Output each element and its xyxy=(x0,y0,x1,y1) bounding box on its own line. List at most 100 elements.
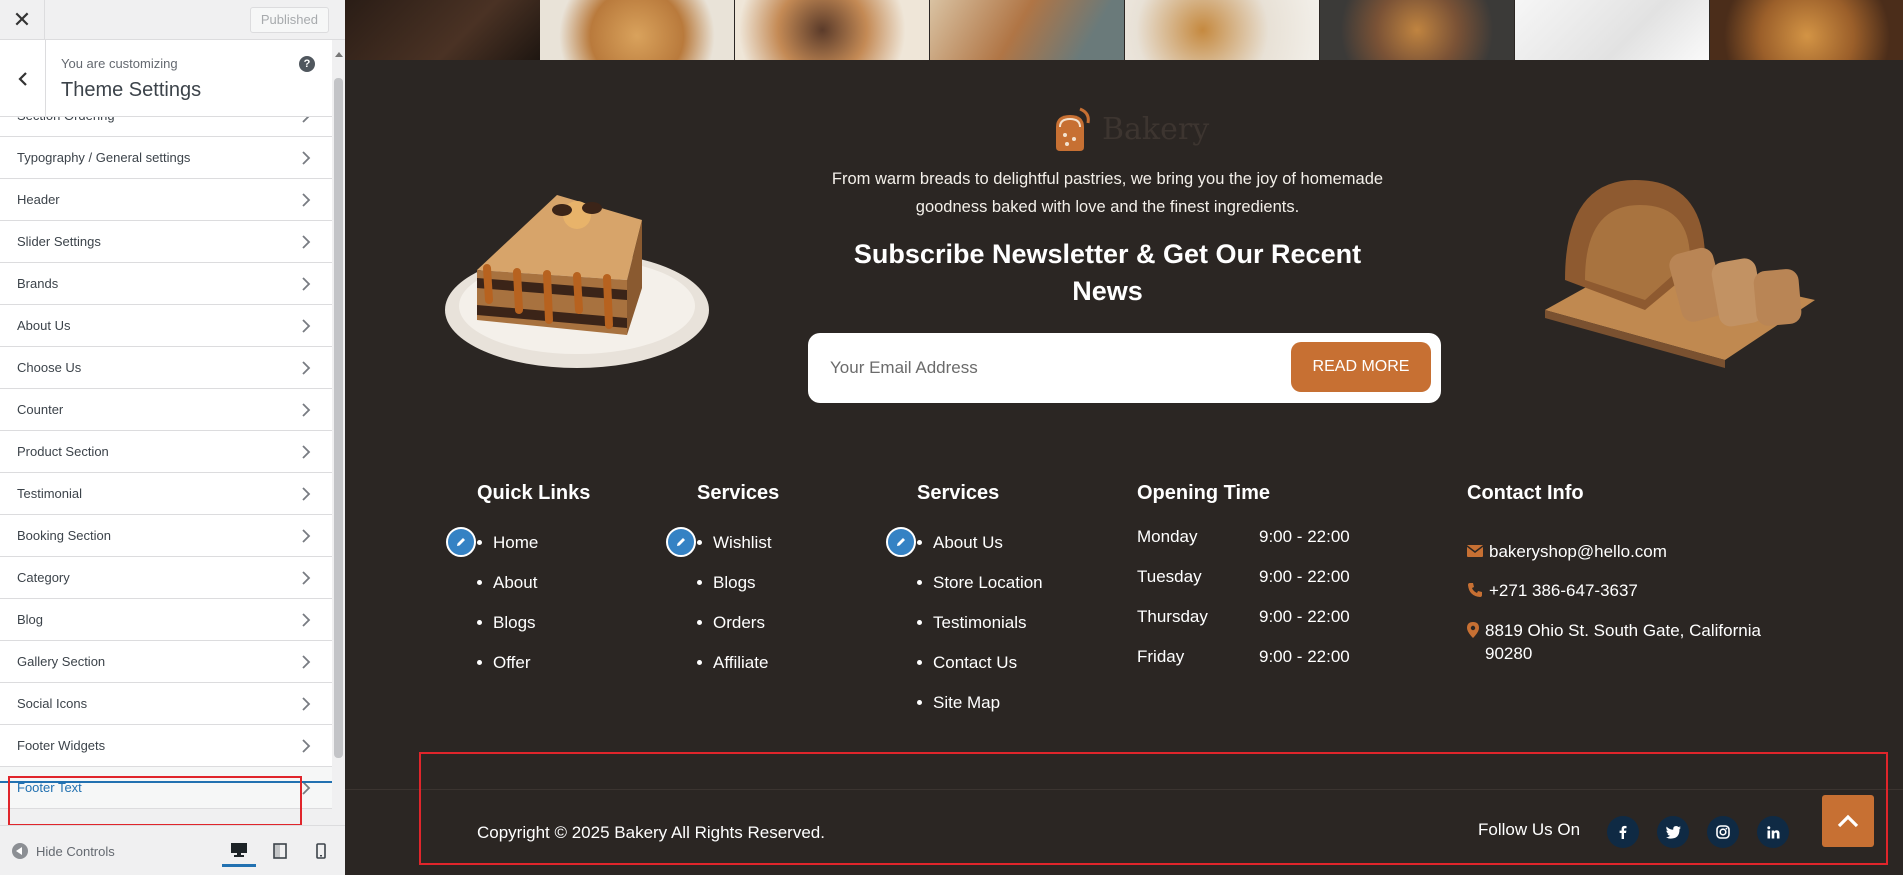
footer-link-contact-us[interactable]: Contact Us xyxy=(917,650,1043,690)
chevron-right-icon xyxy=(302,529,311,543)
chevron-right-icon xyxy=(302,487,311,501)
sidebar-scrollbar[interactable] xyxy=(332,40,345,863)
gallery-image[interactable] xyxy=(540,0,734,60)
sidebar-item-footer-widgets[interactable]: Footer Widgets xyxy=(0,725,332,767)
close-icon[interactable]: ✕ xyxy=(0,0,45,40)
day-label: Monday xyxy=(1137,527,1198,546)
sidebar-item-footer-text[interactable]: Footer Text xyxy=(0,767,332,809)
scroll-up-icon[interactable] xyxy=(335,52,343,57)
footer-link-testimonials[interactable]: Testimonials xyxy=(917,610,1043,650)
contact-phone[interactable]: +271 386-647-3637 xyxy=(1489,579,1638,602)
sidebar-item-brands[interactable]: Brands xyxy=(0,263,332,305)
twitter-icon[interactable] xyxy=(1657,816,1689,848)
copyright-text: Copyright © 2025 Bakery All Rights Reser… xyxy=(477,823,825,842)
contact-email[interactable]: bakeryshop@hello.com xyxy=(1489,540,1667,563)
chevron-right-icon xyxy=(302,277,311,291)
sidebar-item-blog[interactable]: Blog xyxy=(0,599,332,641)
footer-link-site-map[interactable]: Site Map xyxy=(917,690,1043,730)
sidebar-item-choose-us[interactable]: Choose Us xyxy=(0,347,332,389)
read-more-button[interactable]: READ MORE xyxy=(1291,342,1431,392)
footer-link-home[interactable]: Home xyxy=(477,530,538,570)
footer-link-blogs[interactable]: Blogs xyxy=(477,610,538,650)
sidebar-item-product-section[interactable]: Product Section xyxy=(0,431,332,473)
sidebar-item-section-ordering[interactable]: Section Ordering xyxy=(0,117,332,137)
sidebar-item-category[interactable]: Category xyxy=(0,557,332,599)
footer-link-offer[interactable]: Offer xyxy=(477,650,538,690)
published-button[interactable]: Published xyxy=(249,7,329,33)
services-list: Wishlist Blogs Orders Affiliate xyxy=(697,530,772,690)
footer-link-orders[interactable]: Orders xyxy=(697,610,772,650)
sidebar-item-header[interactable]: Header xyxy=(0,179,332,221)
contact-info-title: Contact Info xyxy=(1467,482,1584,504)
footer-link-blogs[interactable]: Blogs xyxy=(697,570,772,610)
gallery-image[interactable] xyxy=(735,0,929,60)
gallery-image[interactable] xyxy=(1710,0,1903,60)
quick-links-title: Quick Links xyxy=(477,482,591,504)
follow-us-label: Follow Us On xyxy=(1478,820,1581,839)
day-label: Tuesday xyxy=(1137,567,1202,586)
subscribe-form: READ MORE xyxy=(808,333,1441,403)
edit-pencil-icon[interactable] xyxy=(886,527,916,557)
help-icon[interactable]: ? xyxy=(299,56,315,72)
instagram-icon[interactable] xyxy=(1707,816,1739,848)
chevron-right-icon xyxy=(302,613,311,627)
newsletter-title: Subscribe Newsletter & Get Our Recent Ne… xyxy=(853,239,1362,306)
gallery-image[interactable] xyxy=(345,0,540,60)
sidebar-item-label: Footer Widgets xyxy=(17,738,106,753)
linkedin-icon[interactable] xyxy=(1757,816,1789,848)
facebook-icon[interactable] xyxy=(1607,816,1639,848)
sidebar-item-label: Choose Us xyxy=(17,360,82,375)
sidebar-item-label: Typography / General settings xyxy=(17,150,191,165)
sidebar-item-label: Category xyxy=(17,570,70,585)
sidebar-item-booking-section[interactable]: Booking Section xyxy=(0,515,332,557)
sidebar-item-about-us[interactable]: About Us xyxy=(0,305,332,347)
hours-value: 9:00 - 22:00 xyxy=(1259,527,1350,546)
sidebar-item-typography-general-settings[interactable]: Typography / General settings xyxy=(0,137,332,179)
sidebar-item-label: Counter xyxy=(17,402,64,417)
customizer-info-panel: You are customizing Theme Settings ? xyxy=(0,40,332,117)
customizing-label: You are customizing xyxy=(61,56,178,71)
edit-pencil-icon[interactable] xyxy=(666,527,696,557)
day-label: Friday xyxy=(1137,647,1185,666)
back-arrow-icon[interactable] xyxy=(0,40,46,117)
sidebar-item-slider-settings[interactable]: Slider Settings xyxy=(0,221,332,263)
scrollbar-thumb[interactable] xyxy=(334,78,343,758)
desktop-preview-icon[interactable] xyxy=(222,835,256,867)
sidebar-item-gallery-section[interactable]: Gallery Section xyxy=(0,641,332,683)
gallery-image[interactable] xyxy=(1125,0,1319,60)
mobile-preview-icon[interactable] xyxy=(304,835,338,867)
gallery-image[interactable] xyxy=(1515,0,1709,60)
sidebar-item-testimonial[interactable]: Testimonial xyxy=(0,473,332,515)
sidebar-item-label: Slider Settings xyxy=(17,234,101,249)
gallery-strip xyxy=(345,0,1903,60)
scroll-to-top-button[interactable] xyxy=(1822,795,1874,847)
sidebar-item-label: Blog xyxy=(17,612,44,627)
chevron-right-icon xyxy=(302,739,311,753)
gallery-image[interactable] xyxy=(1320,0,1514,60)
edit-pencil-icon[interactable] xyxy=(446,527,476,557)
footer-link-wishlist[interactable]: Wishlist xyxy=(697,530,772,570)
email-input[interactable] xyxy=(830,350,1260,386)
gallery-image[interactable] xyxy=(930,0,1124,60)
footer-link-store-location[interactable]: Store Location xyxy=(917,570,1043,610)
sidebar-item-counter[interactable]: Counter xyxy=(0,389,332,431)
contact-address-line2: 90280 xyxy=(1485,644,1533,663)
sidebar-item-label: About Us xyxy=(17,318,71,333)
sidebar-item-label: Booking Section xyxy=(17,528,111,543)
sidebar-item-label: Gallery Section xyxy=(17,654,106,669)
sidebar-item-label: Testimonial xyxy=(17,486,83,501)
bread-image xyxy=(1545,180,1815,368)
sidebar-item-label: Brands xyxy=(17,276,59,291)
footer-tagline: From warm breads to delightful pastries,… xyxy=(831,170,1384,216)
day-label: Thursday xyxy=(1137,607,1208,626)
sidebar-item-social-icons[interactable]: Social Icons xyxy=(0,683,332,725)
hide-controls-button[interactable]: Hide Controls xyxy=(12,826,115,875)
logo-text: Bakery xyxy=(1102,111,1210,147)
tablet-preview-icon[interactable] xyxy=(263,835,297,867)
hours-value: 9:00 - 22:00 xyxy=(1259,567,1350,586)
footer-link-about-us[interactable]: About Us xyxy=(917,530,1043,570)
footer-link-affiliate[interactable]: Affiliate xyxy=(697,650,772,690)
cake-image xyxy=(445,195,709,368)
services-title: Services xyxy=(697,482,780,504)
footer-link-about[interactable]: About xyxy=(477,570,538,610)
